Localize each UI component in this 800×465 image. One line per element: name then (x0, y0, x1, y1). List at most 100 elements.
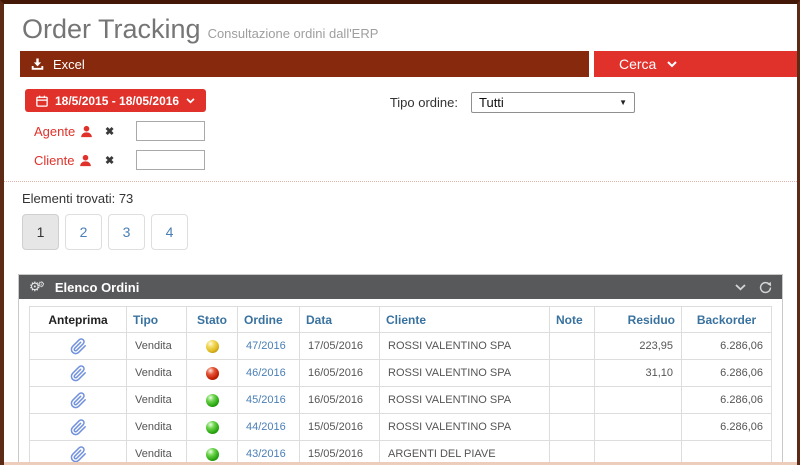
ordine-cell: 44/2016 (237, 413, 300, 441)
stato-cell (186, 332, 238, 360)
column-header: Backorder (681, 306, 772, 333)
order-link[interactable]: 47/2016 (246, 340, 286, 352)
cliente-filter-row: Cliente ✖ (21, 150, 206, 170)
tipo-ordine-select[interactable]: Tutti ▼ (471, 92, 635, 113)
ordine-cell: 46/2016 (237, 359, 300, 387)
status-dot-icon (205, 447, 219, 461)
pagination-page-button[interactable]: 2 (65, 214, 102, 250)
column-header-link[interactable]: Data (306, 313, 332, 327)
tipo-ordine-label: Tipo ordine: (389, 95, 458, 110)
order-link[interactable]: 44/2016 (246, 421, 286, 433)
anteprima-cell (29, 359, 127, 387)
column-header: Cliente (379, 306, 550, 333)
clear-agente-button[interactable]: ✖ (105, 125, 136, 138)
cerca-button[interactable]: Cerca (594, 51, 797, 77)
stato-cell (186, 413, 238, 441)
ordine-cell: 45/2016 (237, 386, 300, 414)
results-count: Elementi trovati: 73 (22, 191, 797, 206)
residuo-cell: 223,95 (594, 332, 682, 360)
data-cell: 16/05/2016 (299, 359, 380, 387)
toolbar: Excel Cerca (20, 51, 797, 77)
note-cell (549, 386, 595, 414)
excel-button-label: Excel (53, 56, 85, 72)
tipo-cell: Vendita (126, 359, 187, 387)
anteprima-cell (29, 332, 127, 360)
column-header-link[interactable]: Cliente (386, 313, 426, 327)
attachment-icon[interactable] (70, 418, 87, 436)
tipo-cell: Vendita (126, 386, 187, 414)
cogs-icon: ⚙⚙ (29, 278, 45, 294)
tipo-ordine-group: Tipo ordine: Tutti ▼ (390, 92, 635, 113)
agente-input[interactable] (136, 121, 205, 141)
agente-label: Agente (34, 124, 105, 139)
residuo-cell (594, 413, 682, 441)
column-header: Residuo (594, 306, 682, 333)
table-row: Vendita 45/2016 16/05/2016 ROSSI VALENTI… (29, 386, 772, 414)
cliente-label-text: Cliente (34, 152, 75, 168)
ordine-cell: 47/2016 (237, 332, 300, 360)
note-cell (549, 413, 595, 441)
agente-label-text: Agente (34, 123, 76, 139)
select-arrow-icon: ▼ (619, 98, 627, 107)
stato-cell (186, 359, 238, 387)
download-icon (31, 57, 44, 71)
column-header-link[interactable]: Tipo (133, 313, 158, 327)
column-header: Data (299, 306, 380, 333)
status-dot-icon (205, 420, 219, 434)
cliente-cell: ROSSI VALENTINO SPA (379, 386, 550, 414)
column-header-link[interactable]: Residuo (628, 313, 675, 327)
backorder-cell: 6.286,06 (681, 386, 772, 414)
collapse-panel-icon[interactable] (735, 283, 746, 291)
column-header-link[interactable]: Backorder (697, 313, 756, 327)
calendar-icon (36, 95, 48, 107)
status-dot-icon (205, 366, 219, 380)
tipo-cell: Vendita (126, 332, 187, 360)
cliente-cell: ROSSI VALENTINO SPA (379, 413, 550, 441)
column-header: Stato (186, 306, 238, 333)
orders-panel-header: ⚙⚙ Elenco Ordini (19, 275, 782, 299)
attachment-icon[interactable] (70, 364, 87, 382)
orders-panel-title: Elenco Ordini (54, 279, 140, 295)
cliente-input[interactable] (136, 150, 205, 170)
order-link[interactable]: 43/2016 (246, 448, 286, 460)
results-count-label: Elementi trovati: (22, 191, 116, 206)
cliente-label: Cliente (34, 153, 105, 168)
tipo-ordine-selected-value: Tutti (479, 95, 504, 110)
clear-cliente-button[interactable]: ✖ (105, 154, 136, 167)
backorder-cell: 6.286,06 (681, 359, 772, 387)
column-header: Anteprima (29, 306, 127, 333)
residuo-cell: 31,10 (594, 359, 682, 387)
column-header: Tipo (126, 306, 187, 333)
order-link[interactable]: 45/2016 (246, 394, 286, 406)
attachment-icon[interactable] (70, 391, 87, 409)
filters-left: 18/5/2015 - 18/05/2016 Agente ✖ Cliente (21, 89, 207, 170)
date-range-label: 18/5/2015 - 18/05/2016 (55, 93, 180, 108)
anteprima-cell (29, 386, 127, 414)
table-row: Vendita 46/2016 16/05/2016 ROSSI VALENTI… (29, 359, 772, 387)
pagination-page-button[interactable]: 1 (22, 214, 59, 250)
excel-export-button[interactable]: Excel (20, 51, 589, 77)
dotted-separator (4, 181, 797, 182)
cliente-cell: ROSSI VALENTINO SPA (379, 359, 550, 387)
column-header: Note (549, 306, 595, 333)
data-cell: 16/05/2016 (299, 386, 380, 414)
anteprima-cell (29, 413, 127, 441)
attachment-icon[interactable] (70, 445, 87, 463)
refresh-icon[interactable] (759, 281, 772, 294)
pagination-page-button[interactable]: 4 (151, 214, 188, 250)
agente-filter-row: Agente ✖ (21, 121, 206, 141)
orders-panel-body: Anteprima Tipo Stato Ordine Data Cliente Note R… (19, 299, 782, 465)
column-header-link[interactable]: Anteprima (48, 313, 107, 327)
cerca-button-label: Cerca (619, 56, 657, 72)
orders-panel: ⚙⚙ Elenco Ordini Anteprima Tipo Stato Ordin… (18, 274, 783, 465)
order-link[interactable]: 46/2016 (246, 367, 286, 379)
column-header-link[interactable]: Ordine (244, 313, 283, 327)
person-icon (80, 125, 93, 138)
pagination-page-button[interactable]: 3 (108, 214, 145, 250)
results-count-value: 73 (118, 191, 134, 206)
attachment-icon[interactable] (70, 337, 87, 355)
column-header-link[interactable]: Stato (197, 313, 227, 327)
pagination: 1234 (22, 214, 797, 250)
date-range-button[interactable]: 18/5/2015 - 18/05/2016 (25, 89, 207, 112)
column-header-link[interactable]: Note (556, 313, 583, 327)
